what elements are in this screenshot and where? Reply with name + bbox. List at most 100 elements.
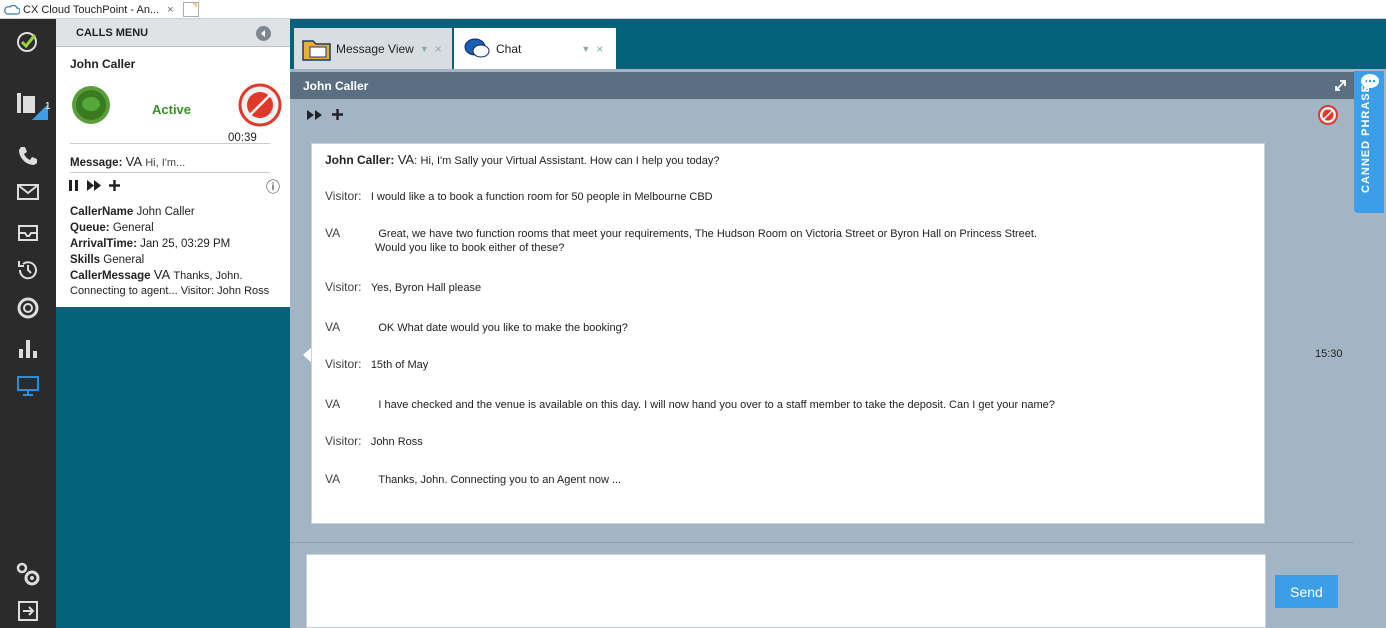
collapse-panel-button[interactable]: [256, 26, 271, 41]
divider: [290, 542, 1354, 543]
message-va: VA: [125, 154, 143, 169]
monitor-icon: [17, 376, 39, 396]
pause-icon[interactable]: [69, 180, 79, 191]
message-text: Hi, I'm...: [145, 157, 186, 169]
tab-message-view[interactable]: Message View ▼ ×: [294, 28, 452, 69]
transcript-text: John Ross: [370, 436, 423, 448]
cloud-icon: [4, 4, 20, 15]
transcript-line: Visitor: Yes, Byron Hall please: [325, 280, 481, 294]
calls-button[interactable]: [0, 139, 56, 173]
transcript-speaker: Visitor:: [325, 280, 362, 294]
expand-icon[interactable]: [1335, 80, 1346, 91]
end-call-button[interactable]: [238, 83, 282, 130]
transfer-icon[interactable]: [87, 180, 101, 191]
tab-message-view-close-icon[interactable]: ×: [435, 42, 442, 56]
transcript-text: I would like a to book a function room f…: [370, 191, 713, 203]
message-label: Message:: [70, 157, 123, 169]
detail-callermessage-text: Thanks, John.: [173, 270, 243, 282]
queue-badge: 1: [45, 101, 51, 112]
calls-menu-header: CALLS MENU: [56, 19, 290, 47]
transcript-text: Great, we have two function rooms that m…: [378, 228, 1038, 240]
send-button[interactable]: Send: [1275, 575, 1338, 608]
transcript-speaker: VA: [325, 320, 341, 334]
logout-icon: [18, 601, 38, 621]
screen-button[interactable]: [0, 369, 56, 403]
chat-header-name: John Caller: [303, 79, 369, 93]
transcript-text-continued: Would you like to book either of these?: [375, 242, 565, 254]
end-chat-icon[interactable]: [1318, 105, 1338, 125]
detail-callername-value: John Caller: [136, 206, 195, 218]
call-card[interactable]: John Caller Active 00:39 Message: VA Hi,…: [56, 47, 290, 307]
detail-skills-value: General: [103, 254, 145, 266]
call-details: CallerName John Caller Queue: General Ar…: [70, 204, 269, 299]
divider: [70, 172, 270, 173]
inbox-icon: [18, 225, 38, 241]
status-button[interactable]: [0, 25, 56, 59]
detail-arrival-label: ArrivalTime:: [70, 238, 137, 250]
transfer-chat-icon[interactable]: [307, 110, 322, 120]
email-button[interactable]: [0, 175, 56, 209]
tab-chat-dropdown-icon[interactable]: ▼: [581, 44, 590, 54]
tab-message-view-label: Message View: [336, 41, 414, 56]
chat-input[interactable]: [306, 554, 1266, 628]
browser-tab-close-icon[interactable]: ×: [167, 4, 173, 16]
tab-message-view-dropdown-icon[interactable]: ▼: [420, 44, 429, 54]
tab-chat-label: Chat: [496, 41, 522, 56]
detail-arrival-value: Jan 25, 03:29 PM: [140, 238, 231, 250]
phone-icon: [19, 147, 37, 165]
transcript-line: VA OK What date would you like to make t…: [325, 320, 628, 334]
detail-callermessage-label: CallerMessage: [70, 270, 151, 282]
chat-bubble-icon: [72, 86, 110, 124]
call-status: Active: [152, 102, 192, 117]
logout-button[interactable]: [0, 595, 56, 627]
email-icon: [17, 184, 39, 200]
transcript-text: Hi, I'm Sally your Virtual Assistant. Ho…: [420, 155, 720, 167]
chat-transcript: John Caller: VA: Hi, I'm Sally your Virt…: [311, 143, 1265, 524]
inbox-button[interactable]: [0, 215, 56, 249]
add-icon[interactable]: [109, 180, 120, 191]
divider: [70, 143, 270, 144]
transcript-line: VA Thanks, John. Connecting you to an Ag…: [325, 472, 621, 486]
detail-callermessage-line2: Connecting to agent... Visitor: John Ros…: [70, 285, 270, 297]
new-tab-button[interactable]: [183, 2, 199, 17]
detail-callermessage-va: VA: [153, 267, 171, 282]
chat-accept-button[interactable]: [70, 84, 112, 129]
view-tab-bar: Message View ▼ × Chat ▼ ×: [290, 19, 1386, 69]
transcript-speaker: VA: [325, 226, 341, 240]
tab-chat-close-icon[interactable]: ×: [596, 42, 603, 56]
folder-mail-icon: [302, 39, 331, 61]
gears-icon: [16, 562, 40, 586]
transcript-text: Yes, Byron Hall please: [370, 282, 482, 294]
tab-chat[interactable]: Chat ▼ ×: [454, 28, 616, 69]
main-area: Message View ▼ × Chat ▼ × John Caller Jo…: [290, 19, 1386, 628]
message-preview: Message: VA Hi, I'm...: [70, 154, 185, 169]
detail-queue-label: Queue:: [70, 222, 110, 234]
transcript-speaker: Visitor:: [325, 189, 362, 203]
call-controls: [69, 180, 120, 191]
queue-button[interactable]: 1: [0, 85, 56, 123]
help-button[interactable]: [0, 291, 56, 325]
add-participant-icon[interactable]: [332, 109, 343, 120]
bar-chart-icon: [19, 340, 37, 358]
transcript-va: VA: [397, 152, 415, 167]
chat-header: John Caller: [290, 72, 1354, 99]
chat-icon: [464, 38, 490, 57]
reports-button[interactable]: [0, 331, 56, 365]
canned-phrases-tab[interactable]: CANNED PHRASES: [1354, 71, 1384, 213]
transcript-line: Visitor: 15th of May: [325, 357, 428, 371]
settings-button[interactable]: [0, 557, 56, 591]
history-icon: [18, 261, 37, 280]
browser-tab[interactable]: CX Cloud TouchPoint - An... ×: [0, 0, 180, 19]
transcript-line: Visitor: John Ross: [325, 434, 423, 448]
transcript-text: 15th of May: [370, 359, 429, 371]
calls-panel: CALLS MENU John Caller Active 00:39 Mess…: [56, 19, 290, 628]
transcript-line: VA Great, we have two function rooms tha…: [325, 226, 1037, 240]
caller-name: John Caller: [70, 57, 136, 71]
info-icon[interactable]: ⓘ: [266, 177, 280, 197]
canned-phrases-label: CANNED PHRASES: [1360, 75, 1372, 193]
detail-queue-value: General: [112, 222, 154, 234]
end-chat-icon: [238, 83, 282, 127]
new-tab-icon: [193, 3, 197, 7]
history-button[interactable]: [0, 253, 56, 287]
chat-toolbar: [290, 99, 1354, 129]
